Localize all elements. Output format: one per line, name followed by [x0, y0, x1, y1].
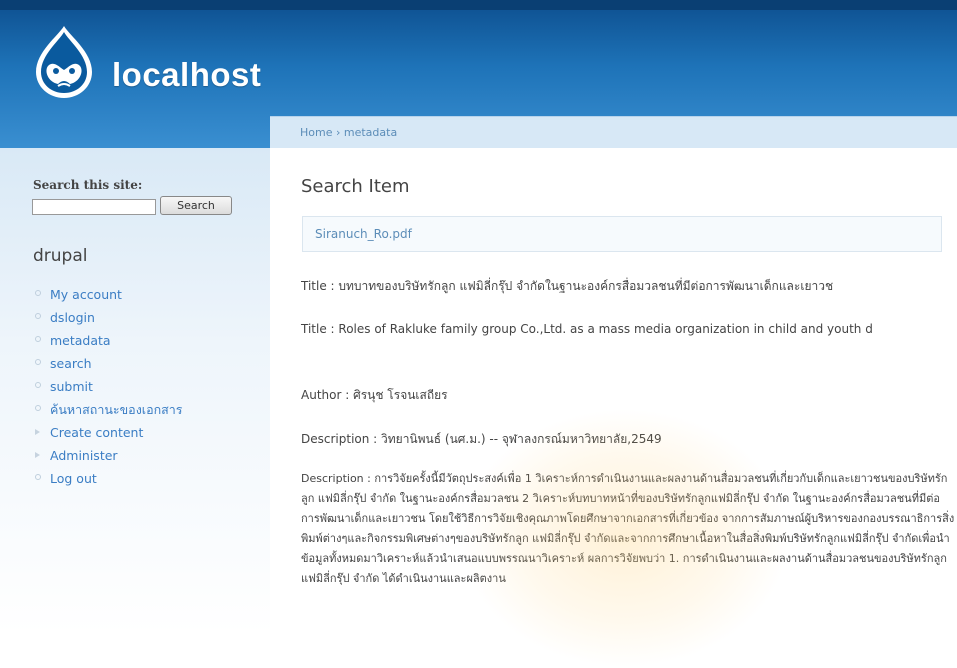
sidebar-item-label[interactable]: My account — [50, 286, 122, 304]
description-degree-field: Description : วิทยานิพนธ์ (นศ.ม.) -- จุฬ… — [301, 432, 662, 446]
title-thai-field: Title : บทบาทของบริษัทรักลูก แฟมิลี่กรุ๊… — [301, 279, 834, 293]
main-content: Search Item Siranuch_Ro.pdf Title : บทบา… — [270, 148, 957, 668]
sidebar-item-search[interactable]: search — [35, 355, 183, 378]
drupal-logo-icon[interactable] — [28, 22, 100, 100]
sidebar-item-my-account[interactable]: My account — [35, 286, 183, 309]
bullet-icon — [35, 290, 41, 296]
sidebar-item-label[interactable]: Create content — [50, 424, 143, 442]
sidebar-item-label[interactable]: metadata — [50, 332, 111, 350]
search-input[interactable] — [32, 199, 156, 215]
sidebar-item-label[interactable]: ค้นหาสถานะของเอกสาร — [50, 401, 183, 419]
bullet-icon — [35, 474, 41, 480]
collapsed-triangle-icon — [35, 452, 40, 458]
file-link-box: Siranuch_Ro.pdf — [302, 216, 942, 252]
sidebar-item-submit[interactable]: submit — [35, 378, 183, 401]
description-abstract-field: Description : การวิจัยครั้งนี้มีวัตถุประ… — [301, 472, 955, 585]
breadcrumb: Home › metadata — [270, 116, 957, 148]
sidebar-item-document-status[interactable]: ค้นหาสถานะของเอกสาร — [35, 401, 183, 424]
bullet-icon — [35, 382, 41, 388]
sidebar-item-label[interactable]: dslogin — [50, 309, 95, 327]
breadcrumb-current-link[interactable]: metadata — [344, 126, 397, 139]
sidebar-item-log-out[interactable]: Log out — [35, 470, 183, 493]
sidebar-item-label[interactable]: submit — [50, 378, 93, 396]
collapsed-triangle-icon — [35, 429, 40, 435]
bullet-icon — [35, 405, 41, 411]
author-field: Author : ศิรนุช โรจนเสถียร — [301, 388, 448, 402]
navigation-menu: My account dslogin metadata search submi… — [35, 286, 183, 493]
title-english-field: Title : Roles of Rakluke family group Co… — [301, 322, 873, 336]
breadcrumb-home-link[interactable]: Home — [300, 126, 332, 139]
search-label: Search this site: — [33, 178, 143, 192]
sidebar-item-label[interactable]: Log out — [50, 470, 97, 488]
page-title: Search Item — [301, 176, 410, 197]
breadcrumb-separator: › — [335, 126, 341, 139]
sidebar-item-create-content[interactable]: Create content — [35, 424, 183, 447]
sidebar-item-label[interactable]: search — [50, 355, 92, 373]
bullet-icon — [35, 336, 41, 342]
sidebar: Search this site: Search drupal My accou… — [0, 148, 270, 635]
sidebar-item-label[interactable]: Administer — [50, 447, 118, 465]
search-button[interactable]: Search — [160, 196, 232, 215]
file-link[interactable]: Siranuch_Ro.pdf — [315, 227, 412, 241]
bullet-icon — [35, 313, 41, 319]
header-top-bar — [0, 0, 957, 10]
sidebar-item-administer[interactable]: Administer — [35, 447, 183, 470]
site-name[interactable]: localhost — [112, 56, 261, 94]
navigation-title: drupal — [33, 246, 88, 266]
sidebar-item-dslogin[interactable]: dslogin — [35, 309, 183, 332]
bullet-icon — [35, 359, 41, 365]
sidebar-item-metadata[interactable]: metadata — [35, 332, 183, 355]
